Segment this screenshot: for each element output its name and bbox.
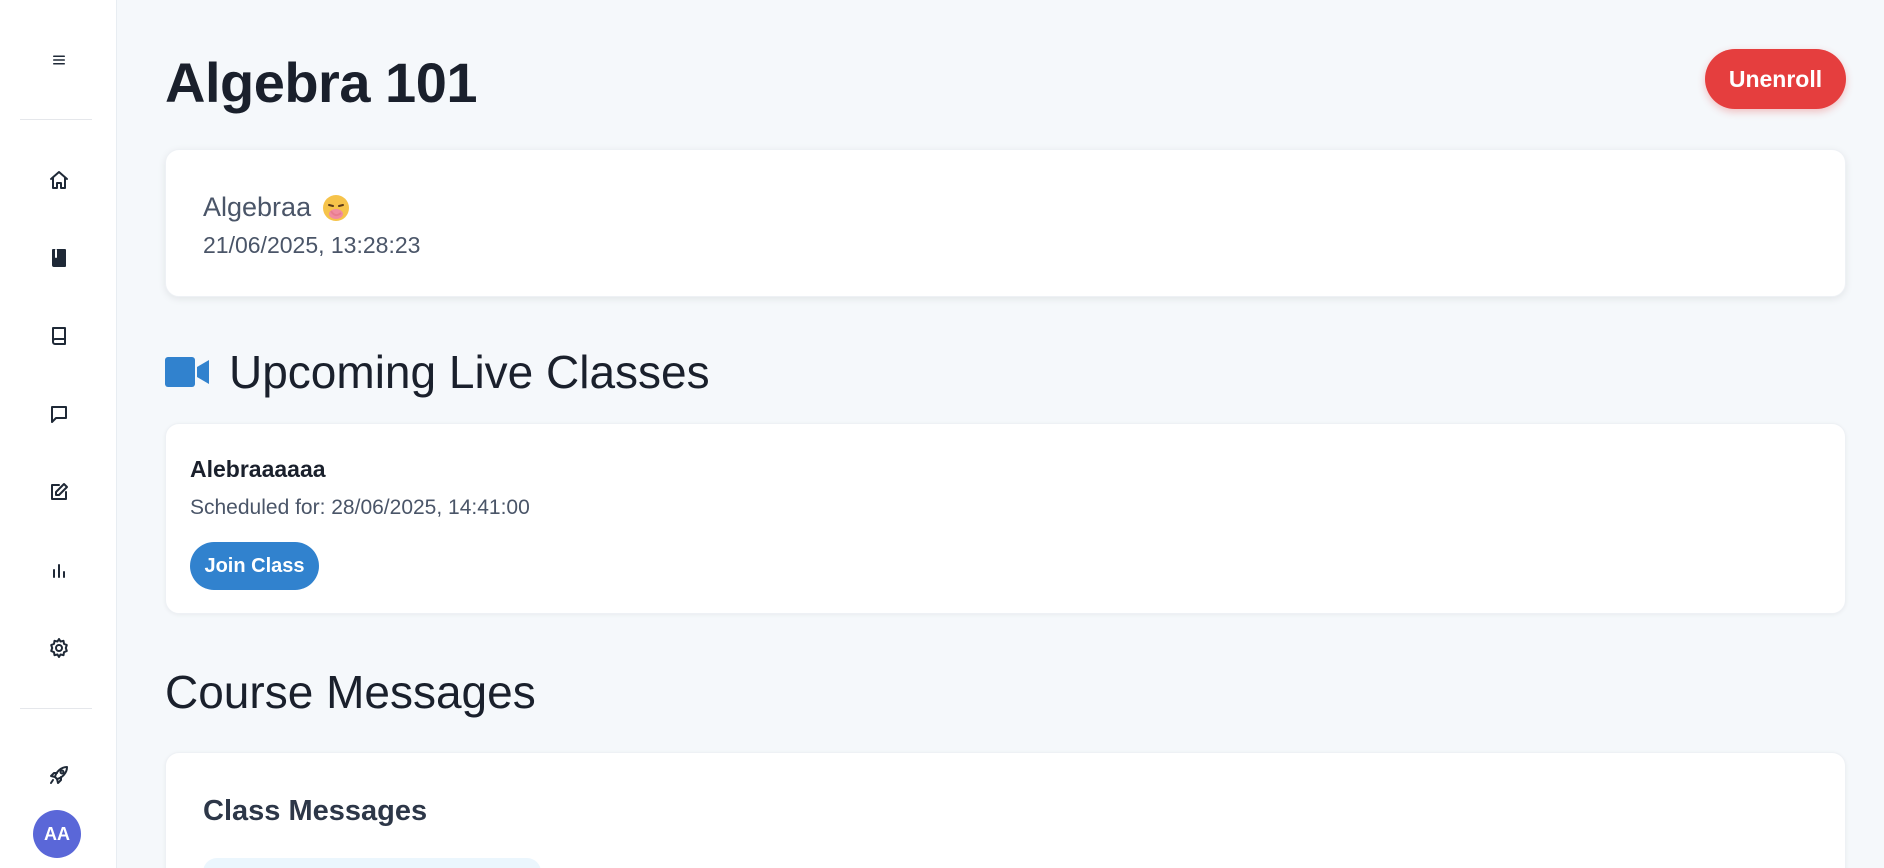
live-class-card: Alebraaaaaa Scheduled for: 28/06/2025, 1… xyxy=(165,423,1846,614)
sidebar-item-settings[interactable] xyxy=(0,628,117,668)
live-classes-heading: Upcoming Live Classes xyxy=(165,345,710,399)
message-bubble[interactable] xyxy=(203,858,541,868)
sidebar-divider xyxy=(20,708,92,709)
class-messages-card: Class Messages xyxy=(165,752,1846,868)
course-messages-title: Course Messages xyxy=(165,666,536,718)
gear-icon xyxy=(49,638,68,658)
sidebar-item-home[interactable] xyxy=(0,160,117,200)
course-name: Algebraa xyxy=(203,192,312,222)
chat-icon xyxy=(50,406,67,423)
menu-button[interactable] xyxy=(0,40,117,80)
course-name-row: Algebraa xyxy=(203,192,351,223)
book-filled-icon xyxy=(51,249,66,267)
course-info-card: Algebraa 21/06/2025, 13:28:23 xyxy=(165,149,1846,297)
page-title: Algebra 101 xyxy=(165,51,478,114)
sidebar-item-assignments[interactable] xyxy=(0,472,117,512)
menu-icon xyxy=(52,55,65,65)
unenroll-button[interactable]: Unenroll xyxy=(1705,49,1846,109)
sidebar: AA xyxy=(0,0,117,868)
course-date: 21/06/2025, 13:28:23 xyxy=(203,232,421,258)
avatar[interactable]: AA xyxy=(33,810,81,858)
live-classes-title: Upcoming Live Classes xyxy=(229,346,710,398)
sidebar-item-analytics[interactable] xyxy=(0,550,117,590)
video-camera-icon xyxy=(165,357,209,387)
join-class-button[interactable]: Join Class xyxy=(190,542,319,590)
sidebar-item-library[interactable] xyxy=(0,316,117,356)
emoji-face-icon xyxy=(323,194,350,221)
bar-chart-icon xyxy=(52,564,65,578)
live-class-name: Alebraaaaaa xyxy=(190,456,326,482)
live-class-schedule: Scheduled for: 28/06/2025, 14:41:00 xyxy=(190,496,530,519)
sidebar-item-launch[interactable] xyxy=(0,755,117,795)
home-icon xyxy=(49,171,68,189)
rocket-icon xyxy=(49,766,68,784)
class-messages-title: Class Messages xyxy=(203,795,428,827)
book-icon xyxy=(51,327,66,345)
sidebar-item-chat[interactable] xyxy=(0,394,117,434)
sidebar-divider xyxy=(20,119,92,120)
sidebar-item-courses[interactable] xyxy=(0,238,117,278)
edit-icon xyxy=(50,483,68,500)
